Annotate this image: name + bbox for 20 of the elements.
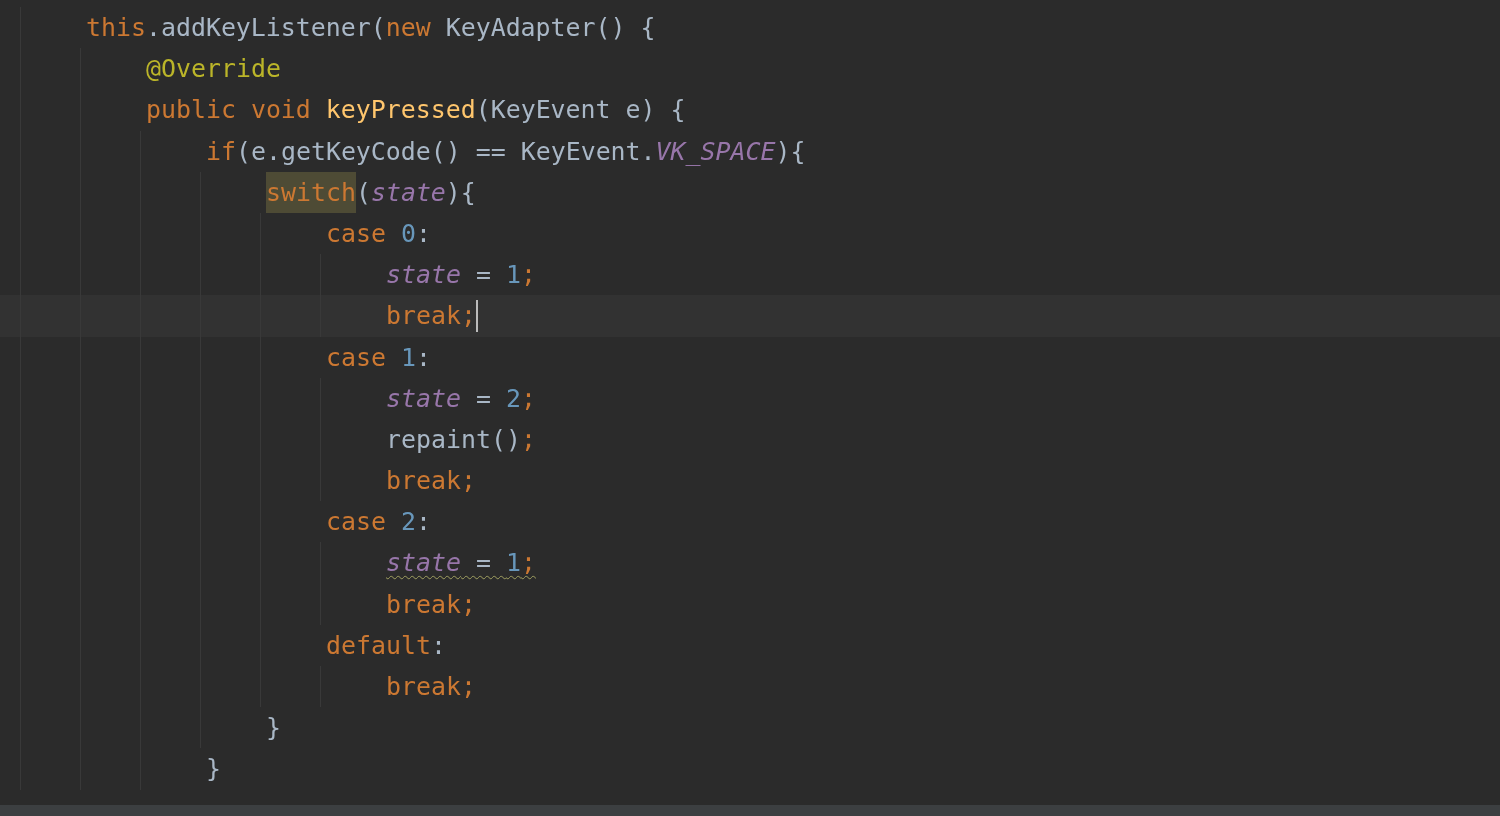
code-line: repaint(); (386, 423, 536, 456)
code-line: } (266, 712, 281, 745)
code-line: switch(state){ (266, 171, 476, 213)
code-line: public void keyPressed(KeyEvent e) { (146, 94, 686, 127)
code-line: state = 1; (386, 547, 536, 580)
code-line: break; (386, 671, 476, 703)
code-line: } (206, 753, 221, 786)
text-cursor (475, 299, 478, 332)
code-line: state = 1; (386, 259, 536, 292)
code-line: state = 2; (386, 382, 536, 415)
code-line: break; (386, 300, 476, 333)
code-line: case 0: (326, 217, 431, 250)
code-line: if(e.getKeyCode() == KeyEvent.VK_SPACE){ (206, 135, 806, 168)
code-line: this.addKeyListener(new KeyAdapter() { (86, 12, 656, 44)
code-line: case 2: (326, 506, 431, 539)
code-line: default: (326, 629, 446, 662)
code-line: break; (386, 465, 476, 498)
code-line: @Override (146, 53, 281, 86)
code-line: case 1: (326, 341, 431, 374)
code-line: break; (386, 588, 476, 621)
